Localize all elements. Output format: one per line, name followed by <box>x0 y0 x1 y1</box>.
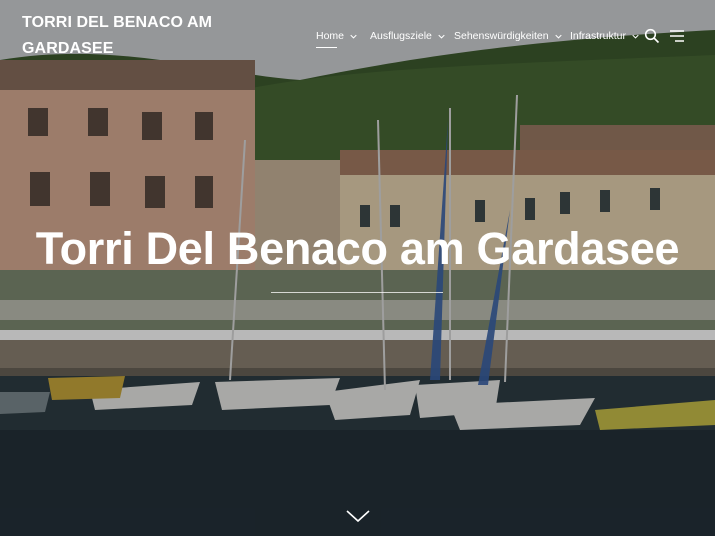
nav-item-sehenswuerdigkeiten[interactable]: Sehenswürdigkeiten <box>454 25 562 47</box>
hero-title: Torri Del Benaco am Gardasee <box>35 223 680 274</box>
chevron-down-icon[interactable] <box>346 508 370 524</box>
nav-item-label: Home <box>316 30 345 42</box>
hero-divider <box>271 292 443 293</box>
nav-item-ausflugsziele[interactable]: Ausflugsziele <box>370 25 445 47</box>
chevron-down-icon <box>438 34 445 39</box>
chevron-down-icon <box>350 34 357 39</box>
chevron-down-icon <box>554 34 562 39</box>
chevron-down-icon <box>632 34 639 39</box>
nav-item-label: Ausflugsziele <box>370 30 432 42</box>
nav-item-label: Sehenswürdigkeiten <box>454 30 549 42</box>
site-title-link[interactable]: TORRI DEL BENACO AM GARDASEE <box>22 10 222 62</box>
menu-icon[interactable] <box>669 28 685 44</box>
nav-item-home[interactable]: Home <box>316 25 357 48</box>
nav-item-label: Infrastruktur <box>570 30 627 42</box>
search-icon[interactable] <box>644 28 660 44</box>
nav-item-infrastruktur[interactable]: Infrastruktur <box>570 25 639 47</box>
